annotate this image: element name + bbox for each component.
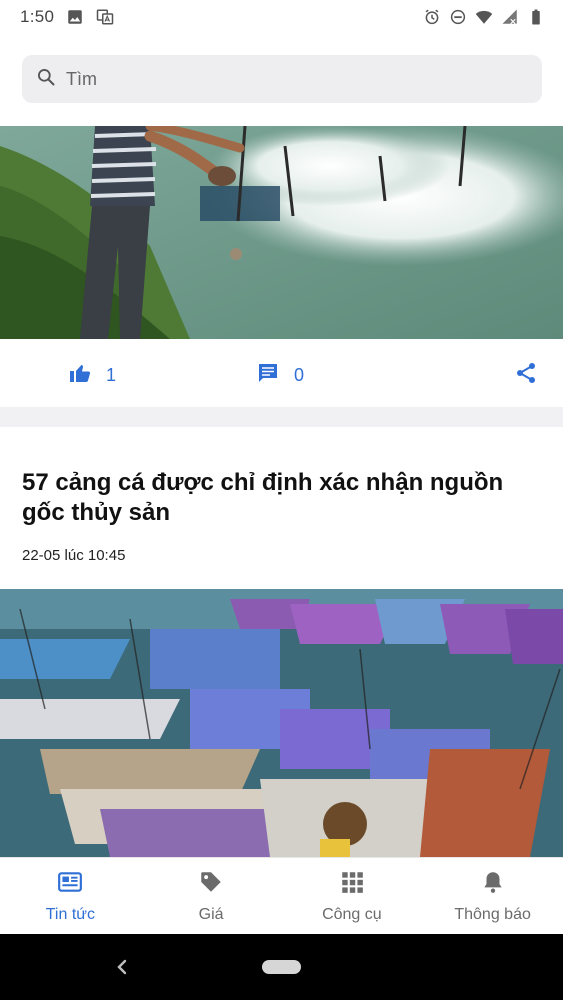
nav-tin-tuc[interactable]: Tin tức: [0, 858, 141, 934]
image-icon: [66, 8, 84, 26]
nav-cong-cu[interactable]: Công cụ: [282, 858, 423, 934]
like-count: 1: [106, 365, 117, 385]
nav-label: Công cụ: [322, 905, 382, 923]
post-action-bar: 1 0: [0, 339, 563, 407]
status-right: [423, 8, 545, 26]
wifi-icon: [475, 8, 493, 26]
newspaper-icon: [57, 869, 83, 900]
price-tag-icon: [198, 869, 224, 900]
do-not-disturb-icon: [449, 8, 467, 26]
nav-gia[interactable]: Giá: [141, 858, 282, 934]
status-bar: 1:50: [0, 0, 563, 34]
grid-icon: [339, 869, 365, 900]
search-icon: [36, 67, 56, 92]
status-time: 1:50: [20, 7, 55, 26]
battery-icon: [527, 8, 545, 26]
nav-thong-bao[interactable]: Thông báo: [422, 858, 563, 934]
share-button[interactable]: [514, 361, 538, 390]
bottom-nav: Tin tức Giá Công cụ Thông báo: [0, 857, 563, 934]
post-divider: [0, 407, 563, 427]
nav-label: Tin tức: [45, 905, 95, 923]
translate-icon: [96, 8, 114, 26]
status-left: 1:50: [20, 7, 114, 27]
article-timestamp: 22-05 lúc 10:45: [22, 547, 126, 564]
article-title[interactable]: 57 cảng cá được chỉ định xác nhận nguồn …: [22, 468, 542, 528]
home-pill[interactable]: [262, 960, 301, 974]
thumbs-up-icon: [68, 361, 92, 390]
signal-icon: [501, 8, 519, 26]
bell-icon: [480, 869, 506, 900]
nav-label: Thông báo: [454, 905, 531, 923]
comment-icon: [256, 361, 280, 390]
post-image[interactable]: [0, 126, 563, 339]
back-icon[interactable]: [112, 956, 132, 978]
search-box[interactable]: [22, 55, 542, 103]
search-input[interactable]: [66, 68, 506, 90]
share-icon: [514, 361, 538, 390]
comment-button[interactable]: 0: [256, 361, 304, 390]
alarm-icon: [423, 8, 441, 26]
comment-count: 0: [294, 365, 305, 385]
nav-label: Giá: [198, 905, 224, 923]
article-image[interactable]: [0, 589, 563, 857]
system-nav-bar: [0, 934, 563, 1000]
like-button[interactable]: 1: [68, 361, 116, 390]
